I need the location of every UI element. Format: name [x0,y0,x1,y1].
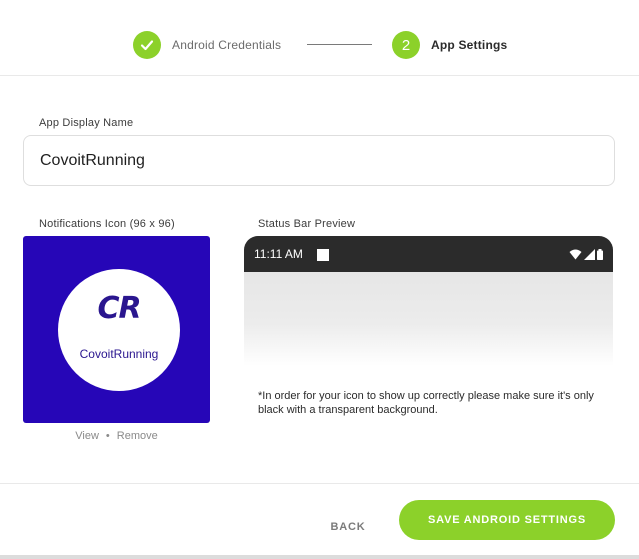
view-icon-link[interactable]: View [75,430,99,442]
wifi-icon [569,249,582,260]
logo-brand-text: CovoitRunning [79,347,159,361]
stepper: Android Credentials 2 App Settings [0,0,639,76]
step-label: Android Credentials [172,38,282,52]
logo-monogram: CR [97,291,141,326]
notifications-icon-image[interactable]: CR CovoitRunning [23,236,210,423]
status-icons [569,249,603,260]
notification-square-icon [317,249,329,261]
phone-screen-area [244,272,613,366]
step-label: App Settings [431,38,508,52]
icon-actions: View • Remove [23,430,210,442]
phone-status-bar: 11:11 AM [244,236,613,272]
remove-icon-link[interactable]: Remove [117,430,158,442]
logo-circle: CR CovoitRunning [58,269,180,391]
notifications-icon-label: Notifications Icon (96 x 96) [39,218,175,230]
step-completed-badge [133,31,161,59]
save-android-settings-button[interactable]: SAVE ANDROID SETTINGS [399,500,615,540]
step-number-badge: 2 [392,31,420,59]
battery-icon [597,249,603,260]
bottom-edge [0,555,639,559]
step-app-settings[interactable]: 2 App Settings [392,31,507,59]
status-bar-preview-label: Status Bar Preview [258,218,356,230]
icon-guidance-note: *In order for your icon to show up corre… [258,390,594,416]
back-button[interactable]: BACK [322,517,374,537]
check-icon [140,40,154,51]
separator-dot: • [105,430,110,442]
app-display-name-label: App Display Name [39,117,134,129]
status-bar-preview: 11:11 AM [244,236,613,366]
app-display-name-input[interactable] [23,135,615,186]
signal-icon [584,249,595,260]
step-android-credentials[interactable]: Android Credentials [133,31,281,59]
step-connector [307,44,372,45]
status-time: 11:11 AM [254,247,303,261]
